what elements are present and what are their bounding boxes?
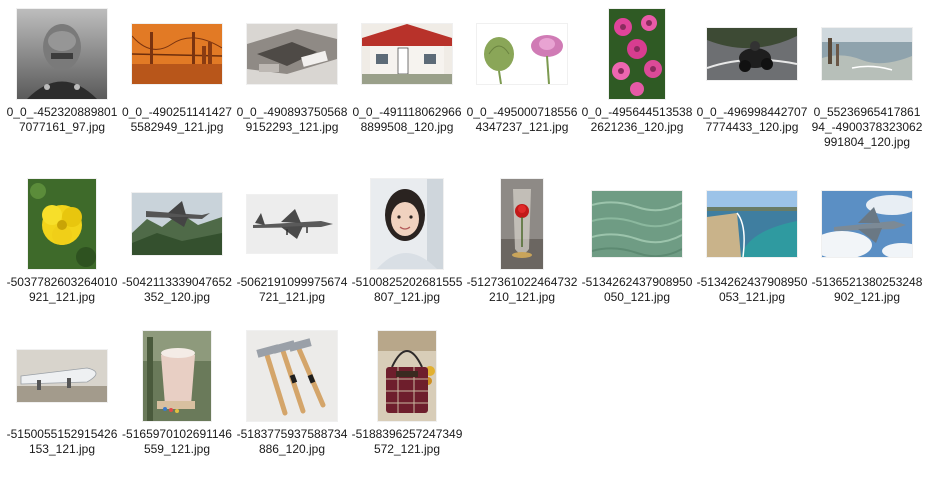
file-tile[interactable]: 0_0_-4950007185564347237_121.jpg (466, 6, 578, 135)
file-name: -5150055152915426153_121.jpg (6, 427, 118, 456)
file-name: -5100825202681555807_121.jpg (351, 275, 463, 304)
file-tile[interactable]: 0_0_-4523208898017077161_97.jpg (6, 6, 118, 135)
poppy-photo-thumbnail (477, 24, 567, 84)
water-photo-thumbnail (592, 191, 682, 257)
file-name: 0_0_-4908937505689152293_121.jpg (236, 105, 348, 134)
file-tile[interactable]: -5037782603264010921_121.jpg (6, 176, 118, 305)
handbag-photo-thumbnail (378, 331, 436, 421)
file-name: -5127361022464732210_121.jpg (466, 275, 578, 304)
file-name: 0_0_-4950007185564347237_121.jpg (466, 105, 578, 134)
file-name: 0_0_-4523208898017077161_97.jpg (6, 105, 118, 134)
file-name: -5042113339047652352_120.jpg (122, 275, 232, 304)
file-name: -5183775937588734886_120.jpg (236, 427, 348, 456)
fighter-jet-photo-thumbnail (247, 195, 337, 253)
file-tile[interactable]: 0_0_-4911180629668899508_120.jpg (351, 6, 463, 135)
portrait-photo-thumbnail (17, 9, 107, 99)
fighter-sky-photo-thumbnail (822, 191, 912, 257)
machinery-photo-thumbnail (247, 24, 337, 84)
house-photo-thumbnail (362, 24, 452, 84)
file-tile[interactable]: 0_0_-4902511414275582949_121.jpg (121, 6, 233, 135)
beach-photo-thumbnail (707, 191, 797, 257)
file-name: -5188396257247349572_121.jpg (351, 427, 463, 456)
file-name: -5134262437908950050_121.jpg (581, 275, 693, 304)
file-tile[interactable]: -5150055152915426153_121.jpg (6, 328, 118, 457)
bridge-photo-thumbnail (132, 24, 222, 84)
file-tile[interactable]: -5062191099975674721_121.jpg (236, 176, 348, 305)
file-name: -5136521380253248902_121.jpg (811, 275, 923, 304)
file-tile[interactable]: -5134262437908950053_121.jpg (696, 176, 808, 305)
file-tile[interactable]: -5127361022464732210_121.jpg (466, 176, 578, 305)
file-tile[interactable]: -5188396257247349572_121.jpg (351, 328, 463, 457)
file-name: -5165970102691146559_121.jpg (122, 427, 232, 456)
rose-vase-photo-thumbnail (501, 179, 543, 269)
file-grid: 0_0_-4523208898017077161_97.jpg 0_0_-490… (0, 0, 926, 501)
file-tile[interactable]: 0_0_-4908937505689152293_121.jpg (236, 6, 348, 135)
cup-photo-thumbnail (143, 331, 211, 421)
file-tile[interactable]: -5042113339047652352_120.jpg (121, 176, 233, 305)
hammers-photo-thumbnail (247, 331, 337, 421)
missile-photo-thumbnail (17, 350, 107, 402)
flowers-photo-thumbnail (609, 9, 665, 99)
file-name: 0_0_-4969984427077774433_120.jpg (696, 105, 808, 134)
file-name: 0_0_-4956445135382621236_120.jpg (581, 105, 693, 134)
coast-photo-thumbnail (822, 28, 912, 80)
file-tile[interactable]: -5165970102691146559_121.jpg (121, 328, 233, 457)
woman-photo-thumbnail (371, 179, 443, 269)
file-name: 0_0_-4911180629668899508_120.jpg (352, 105, 462, 134)
file-tile[interactable]: 0_55236965417861 94_-4900378323062991804… (811, 6, 923, 150)
yellow-flower-photo-thumbnail (28, 179, 96, 269)
file-tile[interactable]: 0_0_-4969984427077774433_120.jpg (696, 6, 808, 135)
file-name: 0_0_-4902511414275582949_121.jpg (122, 105, 232, 134)
jet-photo-thumbnail (132, 193, 222, 255)
motorcycle-photo-thumbnail (707, 28, 797, 80)
file-tile[interactable]: -5134262437908950050_121.jpg (581, 176, 693, 305)
file-name: -5134262437908950053_121.jpg (696, 275, 808, 304)
file-name: 0_55236965417861 94_-4900378323062991804… (811, 105, 923, 149)
file-tile[interactable]: -5136521380253248902_121.jpg (811, 176, 923, 305)
file-tile[interactable]: -5100825202681555807_121.jpg (351, 176, 463, 305)
file-tile[interactable]: 0_0_-4956445135382621236_120.jpg (581, 6, 693, 135)
file-name: -5037782603264010921_121.jpg (6, 275, 118, 304)
file-name: -5062191099975674721_121.jpg (236, 275, 348, 304)
file-tile[interactable]: -5183775937588734886_120.jpg (236, 328, 348, 457)
